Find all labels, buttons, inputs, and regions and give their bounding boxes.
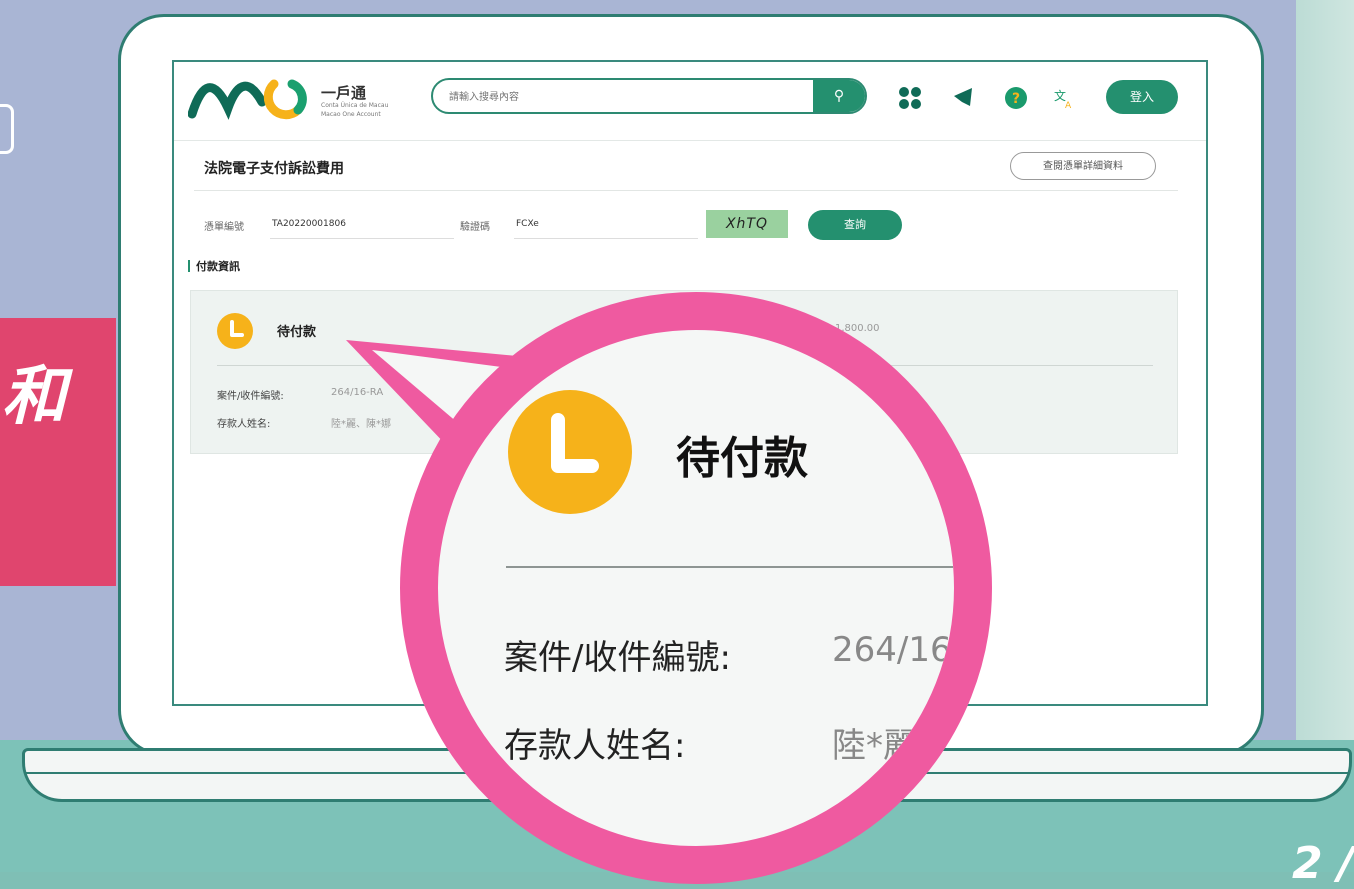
magnifier-callout: 待付款 案件/收件編號: 264/16 存款人姓名: 陸*麗 [400, 292, 992, 884]
clock-icon-large [508, 390, 632, 514]
magnified-payment-status: 待付款 [676, 433, 808, 484]
magnified-case-label: 案件/收件編號: [504, 638, 731, 678]
magnified-divider [506, 566, 954, 568]
magnified-case-value: 264/16 [832, 630, 952, 670]
magnified-depositor-label: 存款人姓名: [504, 726, 686, 766]
magnified-depositor-value: 陸*麗 [832, 726, 917, 766]
